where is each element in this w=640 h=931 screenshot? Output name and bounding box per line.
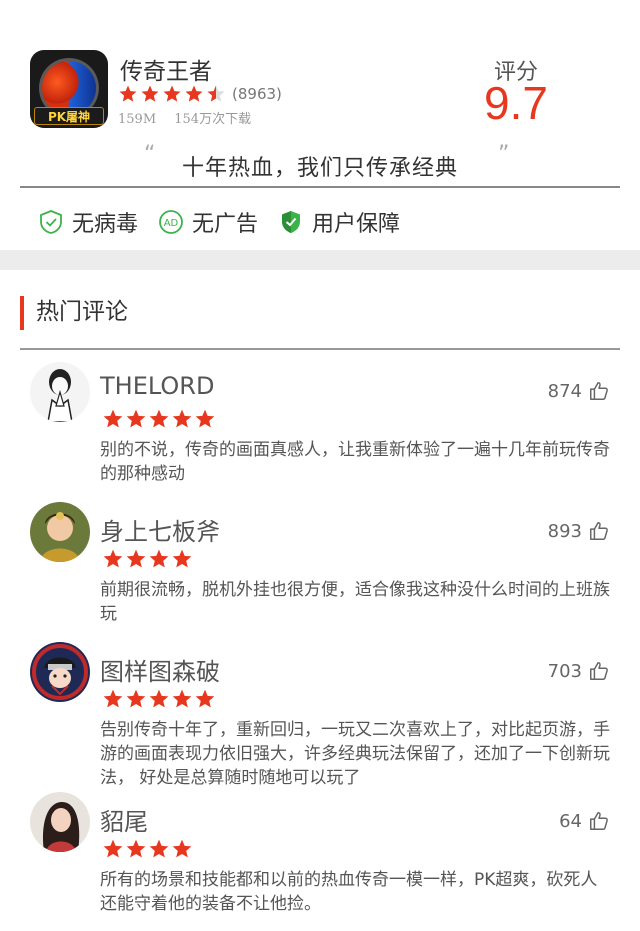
slogan-text: 十年热血，我们只传承经典 [182, 156, 459, 181]
comment-author[interactable]: 身上七板斧 [100, 512, 220, 547]
open-quote: “ [144, 142, 156, 167]
comment-stars [102, 548, 194, 570]
star-full-icon [149, 409, 169, 428]
avatar[interactable] [30, 642, 90, 702]
comment-stars [102, 688, 217, 710]
star-full-icon [126, 689, 146, 708]
comment-stars [102, 408, 217, 430]
like-count: 893 [547, 520, 582, 542]
avatar-image [30, 642, 90, 702]
like-button[interactable]: 703 [548, 660, 610, 682]
app-meta: 159M 154万次下载 [118, 108, 265, 127]
comment-author[interactable]: 图样图森破 [100, 652, 220, 687]
app-size: 159M [118, 112, 157, 127]
star-full-icon [119, 85, 137, 102]
like-button[interactable]: 874 [548, 380, 610, 402]
star-full-icon [185, 85, 203, 102]
shield-outline-icon [40, 210, 62, 234]
star-full-icon [195, 409, 215, 428]
comment-text: 所有的场景和技能都和以前的热血传奇一模一样，PK超爽，砍死人还能守着他的装备不让… [100, 870, 598, 914]
app-header: PK屠神 传奇王者 (8963) 159M 154万次下载 评分 9.7 “ 十… [0, 0, 640, 250]
comment-text: 告别传奇十年了，重新回归，一玩又二次喜欢上了，对比起页游，手游的画面表现力依旧强… [100, 720, 610, 788]
star-full-icon [141, 85, 159, 102]
avatar-image [30, 362, 90, 422]
shield-check-icon [282, 211, 301, 233]
section-title: 热门评论 [20, 296, 128, 330]
star-full-icon [126, 409, 146, 428]
star-full-icon [126, 549, 146, 568]
score-value: 9.7 [484, 77, 548, 129]
like-button[interactable]: 893 [548, 520, 610, 542]
comment-text: 前期很流畅，脱机外挂也很方便，适合像我这种没什么时间的上班族玩 [100, 580, 610, 624]
badge-no-virus: 无病毒 [38, 206, 138, 238]
app-icon-badge: PK屠神 [34, 107, 104, 125]
avatar-image [30, 502, 90, 562]
star-full-icon [103, 839, 123, 858]
thumbs-up-icon [590, 812, 608, 830]
thumbs-up-icon [590, 522, 608, 540]
star-full-icon [149, 549, 169, 568]
star-half-icon [207, 85, 225, 102]
like-count: 874 [547, 380, 582, 402]
star-full-icon [149, 689, 169, 708]
app-rating: (8963) [118, 84, 282, 104]
comment-stars [102, 838, 194, 860]
like-count: 64 [559, 810, 582, 832]
svg-text:AD: AD [164, 218, 179, 229]
ad-circle-icon: AD [159, 210, 183, 234]
avatar[interactable] [30, 502, 90, 562]
like-count: 703 [547, 660, 582, 682]
slogan: “ 十年热血，我们只传承经典 ” [20, 140, 620, 188]
comment-author[interactable]: 貂尾 [100, 802, 148, 837]
safety-badges: 无病毒 AD 无广告 用户保障 [38, 206, 420, 238]
star-full-icon [149, 839, 169, 858]
thumbs-up-icon [590, 662, 608, 680]
section-line [20, 348, 620, 350]
comment-text: 别的不说，传奇的画面真感人，让我重新体验了一遍十几年前玩传奇的那种感动 [100, 440, 610, 484]
like-button[interactable]: 64 [559, 810, 610, 832]
thumbs-up-icon [590, 382, 608, 400]
star-full-icon [103, 689, 123, 708]
close-quote: ” [498, 142, 510, 167]
star-full-icon [103, 549, 123, 568]
comment-author[interactable]: THELORD [100, 372, 214, 400]
star-full-icon [195, 689, 215, 708]
badge-label: 无病毒 [72, 212, 139, 237]
star-full-icon [172, 689, 192, 708]
app-star-row [118, 84, 228, 104]
rating-count: (8963) [232, 85, 282, 103]
avatar[interactable] [30, 792, 90, 852]
badge-label: 无广告 [192, 212, 259, 237]
app-icon[interactable]: PK屠神 [30, 50, 108, 128]
star-full-icon [172, 549, 192, 568]
star-full-icon [172, 409, 192, 428]
badge-user-guarantee: 用户保障 [278, 206, 400, 238]
avatar[interactable] [30, 362, 90, 422]
app-downloads: 154万次下载 [174, 112, 252, 127]
star-full-icon [172, 839, 192, 858]
star-full-icon [126, 839, 146, 858]
star-full-icon [163, 85, 181, 102]
section-divider [0, 250, 640, 270]
badge-label: 用户保障 [312, 212, 401, 237]
star-full-icon [103, 409, 123, 428]
badge-no-ads: AD 无广告 [158, 206, 258, 238]
avatar-image [30, 792, 90, 852]
app-name: 传奇王者 [120, 59, 212, 85]
